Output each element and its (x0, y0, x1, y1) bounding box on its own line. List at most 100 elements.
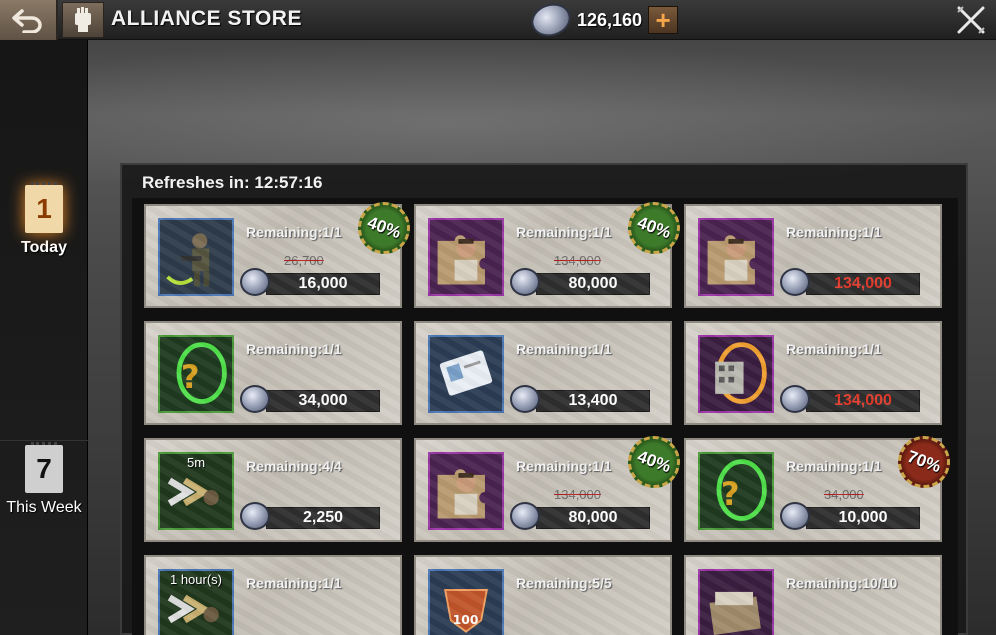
store-grid[interactable]: Remaining:1/1 26,700 16,000 40% Remaining:1/… (132, 198, 958, 635)
discount-badge: 40% (350, 198, 418, 262)
store-item-card[interactable]: ? Remaining:1/1 34,000 (144, 321, 402, 425)
remaining-count: Remaining:10/10 (786, 575, 898, 591)
item-image-frame: ? (158, 335, 234, 413)
building-portal-icon (700, 337, 772, 411)
price-label: 134,000 (806, 273, 920, 295)
item-image-frame: 1 hour(s) (158, 569, 234, 635)
alliance-coin-icon (780, 385, 810, 413)
remaining-count: Remaining:1/1 (246, 341, 342, 357)
price-label: 134,000 (806, 390, 920, 412)
original-price: 34,000 (824, 487, 864, 502)
alliance-coin-icon (240, 502, 270, 530)
price-label: 34,000 (266, 390, 380, 412)
store-item-card[interactable]: ? Remaining:1/1 34,000 10,000 70% (684, 428, 958, 542)
soldier-icon (160, 220, 232, 294)
alliance-coin-icon (780, 268, 810, 296)
price-label: 80,000 (536, 273, 650, 295)
calendar-icon: 1 (25, 182, 63, 233)
back-button[interactable] (0, 0, 58, 40)
store-item-card[interactable]: Remaining:1/1 134,000 80,000 40% (414, 428, 688, 542)
price-label: 80,000 (536, 507, 650, 529)
item-image-frame (698, 569, 774, 635)
price-label: 2,250 (266, 507, 380, 529)
remaining-count: Remaining:4/4 (246, 458, 342, 474)
remaining-count: Remaining:1/1 (516, 341, 612, 357)
item-duration-label: 1 hour(s) (169, 572, 223, 587)
discount-badge: 70% (890, 428, 958, 496)
calendar-day-number: 7 (36, 453, 52, 484)
tab-today-label: Today (21, 239, 67, 256)
alliance-coin-icon (240, 268, 270, 296)
store-item-card[interactable]: Remaining:1/1 13,400 (414, 321, 672, 425)
item-image-frame (158, 218, 234, 296)
price-label: 10,000 (806, 507, 920, 529)
close-button[interactable] (946, 0, 996, 40)
remaining-count: Remaining:1/1 (246, 224, 342, 240)
alliance-coin-icon (780, 502, 810, 530)
item-image-frame: 100 (428, 569, 504, 635)
svg-text:100: 100 (453, 613, 479, 627)
currency-value: 126,160 (577, 9, 643, 30)
store-item-card[interactable]: Remaining:1/1 134,000 80,000 40% (414, 198, 688, 308)
item-image-frame: ? (698, 452, 774, 530)
hero-puzzle-icon (430, 220, 502, 294)
back-arrow-icon (12, 9, 42, 33)
original-price: 134,000 (554, 253, 601, 268)
item-image-frame (428, 218, 504, 296)
tab-today[interactable]: 1 Today (0, 182, 88, 257)
calendar-icon: 7 (25, 442, 63, 493)
alliance-coin-icon (510, 502, 540, 530)
discount-badge: 40% (620, 198, 688, 262)
original-price: 134,000 (554, 487, 601, 502)
add-currency-button[interactable]: + (648, 6, 679, 34)
sidebar-divider (0, 440, 88, 441)
remaining-count: Remaining:1/1 (786, 224, 882, 240)
store-item-card[interactable]: 1 hour(s) Remaining:1/1 (144, 555, 402, 635)
top-bar: ALLIANCE STORE 126,160 + (0, 0, 996, 42)
currency-display: 126,160 + (527, 0, 679, 42)
item-image-frame (698, 218, 774, 296)
page-title: ALLIANCE STORE (111, 7, 302, 30)
remaining-count: Remaining:1/1 (516, 458, 612, 474)
alliance-coin-icon (510, 385, 540, 413)
store-item-card[interactable]: 100 Remaining:5/5 (414, 555, 672, 635)
hero-puzzle-icon (430, 454, 502, 528)
background-smoke (88, 40, 996, 180)
original-price: 26,700 (284, 253, 324, 268)
price-label: 16,000 (266, 273, 380, 295)
hero-puzzle-icon (700, 220, 772, 294)
store-item-card[interactable]: Remaining:10/10 (684, 555, 942, 635)
discount-badge: 40% (620, 428, 688, 496)
sidebar (0, 40, 88, 635)
store-item-card[interactable]: Remaining:1/1 26,700 16,000 40% (144, 198, 418, 308)
calendar-day-number: 1 (36, 193, 52, 224)
item-image-frame (698, 335, 774, 413)
alliance-coin-icon (510, 268, 540, 296)
refresh-timer: Refreshes in: 12:57:16 (142, 173, 323, 192)
price-label: 13,400 (536, 390, 650, 412)
close-icon (957, 6, 985, 34)
remaining-count: Remaining:1/1 (516, 224, 612, 240)
mystery-portal-icon: ? (700, 454, 772, 528)
svg-text:?: ? (181, 358, 200, 396)
item-image-frame (428, 335, 504, 413)
remaining-count: Remaining:1/1 (786, 458, 882, 474)
item-duration-label: 5m (186, 455, 206, 470)
medal-100-icon: 100 (430, 571, 502, 635)
id-card-icon (430, 337, 502, 411)
supply-crate-icon (700, 571, 772, 635)
tab-this-week-label: This Week (6, 499, 82, 516)
mystery-portal-icon: ? (160, 337, 232, 411)
store-item-card[interactable]: Remaining:1/1 134,000 (684, 321, 942, 425)
svg-text:?: ? (721, 475, 740, 513)
alliance-coin-icon (527, 0, 575, 42)
tab-this-week[interactable]: 7 This Week (0, 442, 88, 517)
store-item-card[interactable]: Remaining:1/1 134,000 (684, 204, 942, 308)
item-image-frame: 5m (158, 452, 234, 530)
alliance-coin-icon (240, 385, 270, 413)
alliance-fist-icon (62, 2, 104, 38)
item-image-frame (428, 452, 504, 530)
remaining-count: Remaining:1/1 (246, 575, 342, 591)
store-item-card[interactable]: 5m Remaining:4/4 2,250 (144, 438, 402, 542)
remaining-count: Remaining:5/5 (516, 575, 612, 591)
